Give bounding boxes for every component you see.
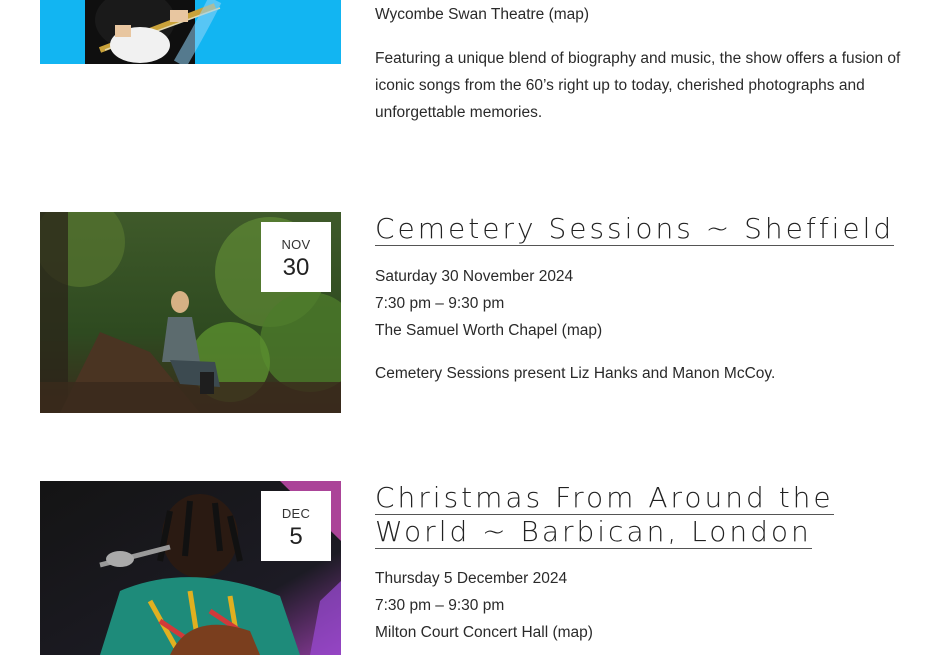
event-info: Wycombe Swan Theatre (map) Featuring a u… <box>375 0 905 126</box>
event-title-link[interactable]: World ~ Barbican, London <box>375 515 812 549</box>
date-day: 30 <box>282 254 310 281</box>
date-month: DEC <box>281 506 311 521</box>
event-image[interactable] <box>40 0 341 64</box>
date-badge: DEC 5 <box>261 491 331 561</box>
event-description: Featuring a unique blend of biography an… <box>375 50 901 121</box>
event-description: Cemetery Sessions present Liz Hanks and … <box>375 365 776 382</box>
date-badge: NOV 30 <box>261 222 331 292</box>
event-title-link[interactable]: Cemetery Sessions ~ Sheffield <box>375 212 895 246</box>
event-date: Thursday 5 December 2024 <box>375 570 568 587</box>
date-day: 5 <box>289 523 303 550</box>
event-info: Cemetery Sessions ~ Sheffield Saturday 3… <box>375 212 905 387</box>
event-venue[interactable]: The Samuel Worth Chapel (map) <box>375 317 905 344</box>
event-info: Christmas From Around the World ~ Barbic… <box>375 481 905 646</box>
event-time: 7:30 pm – 9:30 pm <box>375 597 505 614</box>
date-month: NOV <box>281 237 311 252</box>
event-venue[interactable]: Wycombe Swan Theatre (map) <box>375 1 905 28</box>
guitarist-image <box>40 0 341 64</box>
event-title-wrap: Christmas From Around the World ~ Barbic… <box>375 481 905 549</box>
event-title-link[interactable]: Christmas From Around the <box>375 481 834 515</box>
event-date: Saturday 30 November 2024 <box>375 268 574 285</box>
event-time: 7:30 pm – 9:30 pm <box>375 295 505 312</box>
event-image[interactable]: DEC 5 <box>40 481 341 655</box>
event-venue[interactable]: Milton Court Concert Hall (map) <box>375 619 905 646</box>
event-title-wrap: Cemetery Sessions ~ Sheffield <box>375 212 905 246</box>
event-image[interactable]: NOV 30 <box>40 212 341 413</box>
